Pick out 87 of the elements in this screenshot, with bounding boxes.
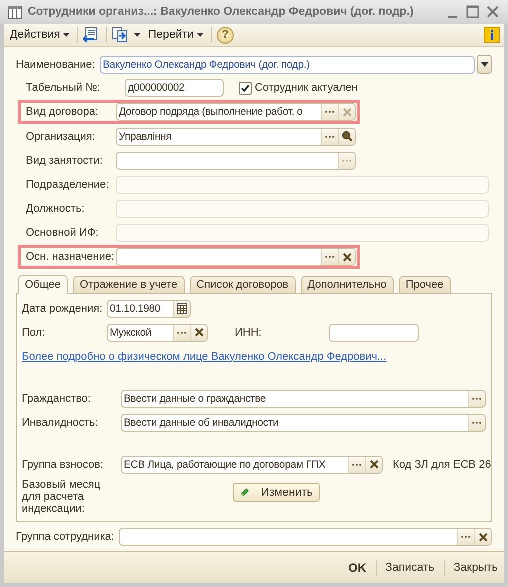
- field-label: Вид договора:: [25, 106, 100, 118]
- ellipsis-icon: [472, 396, 482, 400]
- field-label: Организация:: [25, 130, 96, 142]
- ellipsis-icon: [352, 462, 362, 466]
- change-button[interactable]: Изменить: [233, 483, 320, 502]
- footer-button[interactable]: Записать: [384, 562, 437, 574]
- field-label: Табельный №:: [25, 82, 102, 94]
- close-icon: [478, 532, 488, 542]
- tab[interactable]: Дополнительно: [300, 276, 394, 293]
- ellipsis-icon: [325, 110, 335, 114]
- code-label: Код ЗЛ для ЕСВ 26: [393, 458, 492, 470]
- input-field[interactable]: Мужской: [107, 324, 208, 342]
- text-field[interactable]: д000000002: [125, 79, 224, 97]
- input-field[interactable]: [329, 324, 419, 342]
- ellipsis-icon: [461, 535, 471, 539]
- ellipsis-icon: [177, 330, 187, 334]
- select-button[interactable]: [457, 529, 474, 545]
- window-title: Сотрудники организ...: Вакуленко Олександр Федрович (дог. подр.): [28, 6, 415, 18]
- footer-button[interactable]: Закрыть: [452, 562, 500, 574]
- tab[interactable]: Общее: [18, 275, 68, 294]
- field-label: Подразделение:: [25, 178, 110, 190]
- close-icon[interactable]: [486, 5, 500, 19]
- field-label: Основной ИФ:: [25, 226, 100, 238]
- field-label: Вид занятости:: [25, 154, 104, 166]
- calendar-button[interactable]: [173, 300, 190, 316]
- field-label: Базовый месяц для расчета индексации:: [22, 479, 102, 515]
- name-field[interactable]: Вакуленко Олександр Федрович (дог. подр.): [100, 56, 475, 74]
- checkbox[interactable]: Сотрудник актуален: [239, 82, 358, 94]
- ellipsis-icon: [325, 134, 335, 138]
- actions-menu[interactable]: Действия: [8, 29, 72, 41]
- caret-icon: [63, 33, 70, 37]
- field-label: Пол:: [22, 326, 46, 338]
- copy-icon[interactable]: [112, 27, 130, 43]
- search-button[interactable]: [338, 128, 355, 144]
- field-label: Наименование:: [16, 58, 96, 70]
- checkmark-icon: [241, 84, 250, 92]
- input-field[interactable]: ЕСВ Лица, работающие по договорам ГПХ: [121, 456, 383, 474]
- caret-icon: [480, 62, 488, 67]
- caret-icon: [196, 33, 204, 37]
- person-link[interactable]: Более подробно о физическом лице Вакуленко Олександр Федрович...: [22, 350, 387, 362]
- tab[interactable]: Отражение в учете: [73, 276, 185, 293]
- select-button[interactable]: [173, 324, 190, 340]
- goto-menu[interactable]: Перейти: [146, 29, 206, 41]
- select-button[interactable]: [348, 456, 365, 472]
- close-icon: [370, 460, 378, 469]
- field-label: Осн. назначение:: [25, 251, 116, 263]
- dropdown-button[interactable]: [477, 55, 492, 74]
- search-icon: [342, 131, 352, 142]
- input-field[interactable]: Ввести данные о гражданстве: [121, 390, 486, 408]
- select-button[interactable]: [321, 249, 338, 265]
- clear-button[interactable]: [365, 456, 382, 472]
- input-field[interactable]: Ввести данные об инвалидности: [121, 414, 486, 432]
- close-icon: [342, 252, 352, 262]
- table-icon: [8, 6, 22, 18]
- ellipsis-icon: [325, 255, 335, 259]
- ellipsis-icon: [342, 158, 352, 162]
- field-label: Группа взносов:: [22, 458, 105, 470]
- input-field[interactable]: [116, 152, 356, 170]
- close-icon: [194, 328, 204, 337]
- field-label: Должность:: [25, 202, 86, 214]
- maximize-icon[interactable]: [466, 5, 480, 19]
- select-button[interactable]: [468, 390, 485, 406]
- select-button[interactable]: [468, 414, 485, 430]
- field-label: Инвалидность:: [22, 416, 100, 428]
- input-field[interactable]: Договор подряда (выполнение работ, о: [116, 103, 356, 121]
- date-field[interactable]: 01.10.1980: [107, 300, 191, 318]
- caret-icon[interactable]: [134, 33, 142, 37]
- field-label: ИНН:: [235, 326, 263, 338]
- field-label: Дата рождения:: [22, 302, 104, 314]
- info-icon[interactable]: [484, 27, 500, 43]
- select-button[interactable]: [321, 128, 338, 144]
- clear-button[interactable]: [190, 324, 207, 340]
- field-label: Группа сотрудника:: [16, 531, 116, 543]
- help-button[interactable]: ?: [216, 26, 234, 44]
- clear-button[interactable]: [338, 249, 355, 265]
- input-field[interactable]: [116, 248, 356, 266]
- clear-button[interactable]: [474, 529, 491, 545]
- calendar-icon: [177, 303, 187, 314]
- tab[interactable]: Прочее: [398, 276, 451, 293]
- select-button[interactable]: [321, 104, 338, 120]
- input-field[interactable]: [119, 528, 492, 546]
- close-icon: [342, 108, 352, 116]
- input-field[interactable]: Управління: [116, 128, 356, 146]
- field-label: Гражданство:: [22, 392, 92, 404]
- ellipsis-icon: [472, 420, 482, 424]
- tab[interactable]: Список договоров: [190, 276, 296, 293]
- footer-button[interactable]: OK: [346, 560, 369, 574]
